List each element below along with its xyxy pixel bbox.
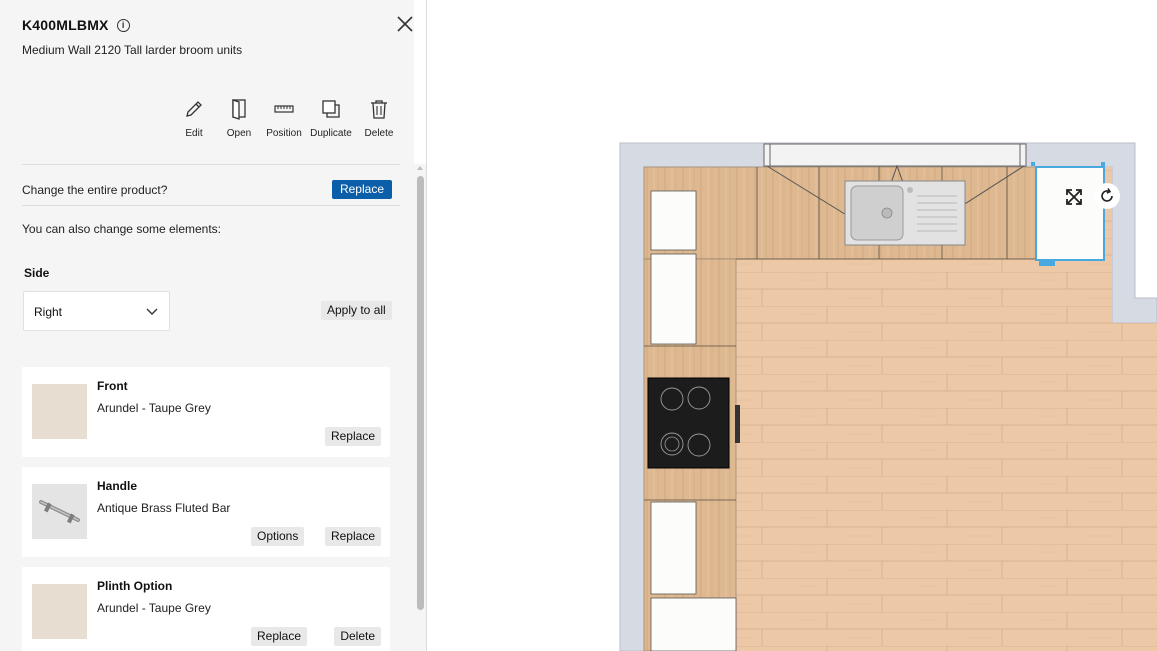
scroll-thumb[interactable] xyxy=(417,176,424,610)
worktop-top xyxy=(643,166,1037,260)
product-description: Medium Wall 2120 Tall larder broom units xyxy=(22,43,243,57)
replace-front-button[interactable]: Replace xyxy=(324,427,381,446)
rotate-control[interactable] xyxy=(1094,183,1120,209)
handle-swatch xyxy=(32,484,87,539)
left-cabinet-3 xyxy=(650,501,697,595)
panel-scrollbar[interactable] xyxy=(414,164,426,651)
floor-extension xyxy=(1112,323,1157,651)
title-row: K400MLBMX i xyxy=(22,17,130,33)
divider xyxy=(22,205,400,206)
left-cabinet-4 xyxy=(650,597,737,651)
position-button[interactable]: Position xyxy=(258,98,310,139)
ruler-icon xyxy=(274,105,294,113)
divider xyxy=(22,164,400,165)
expand-icon xyxy=(1066,189,1082,205)
hob xyxy=(647,377,730,469)
replace-plinth-button[interactable]: Replace xyxy=(251,627,308,646)
element-value: Arundel - Taupe Grey xyxy=(97,601,211,615)
side-select[interactable]: Right xyxy=(23,291,170,331)
side-select-value: Right xyxy=(34,305,63,319)
resize-control[interactable] xyxy=(1063,186,1085,208)
front-swatch xyxy=(32,384,87,439)
chevron-down-icon xyxy=(146,308,158,315)
element-value: Arundel - Taupe Grey xyxy=(97,401,211,415)
window xyxy=(763,143,1027,167)
change-product-text: Change the entire product? xyxy=(22,183,168,197)
scroll-up-arrow[interactable] xyxy=(417,166,423,170)
delete-button[interactable]: Delete xyxy=(353,98,405,139)
duplicate-icon xyxy=(322,100,340,118)
close-icon xyxy=(397,16,413,32)
plinth-swatch xyxy=(32,584,87,639)
position-label: Position xyxy=(266,128,302,139)
left-cabinet-1 xyxy=(650,190,697,251)
product-panel: K400MLBMX i Medium Wall 2120 Tall larder… xyxy=(0,0,427,651)
selected-larder-unit[interactable] xyxy=(1035,166,1105,261)
apply-to-all-button[interactable]: Apply to all xyxy=(321,301,392,320)
handle-image xyxy=(39,500,80,524)
element-name: Front xyxy=(97,379,128,393)
panel-content: K400MLBMX i Medium Wall 2120 Tall larder… xyxy=(0,0,414,651)
duplicate-button[interactable]: Duplicate xyxy=(305,98,357,139)
delete-plinth-button[interactable]: Delete xyxy=(334,627,381,646)
product-code: K400MLBMX xyxy=(22,17,109,33)
duplicate-label: Duplicate xyxy=(310,128,352,139)
replace-handle-button[interactable]: Replace xyxy=(324,527,381,546)
element-value: Antique Brass Fluted Bar xyxy=(97,501,231,515)
handle-options-button[interactable]: Options xyxy=(251,527,305,546)
element-card-front: Front Arundel - Taupe Grey Replace xyxy=(22,367,390,457)
delete-label: Delete xyxy=(364,128,394,139)
also-change-text: You can also change some elements: xyxy=(22,222,222,236)
replace-product-button[interactable]: Replace xyxy=(331,180,392,199)
element-card-handle: Handle Antique Brass Fluted Bar Options … xyxy=(22,467,390,557)
kitchen-floor-plan xyxy=(619,142,1157,651)
trash-icon xyxy=(371,100,387,119)
close-button[interactable] xyxy=(395,14,415,34)
info-icon[interactable]: i xyxy=(116,18,130,32)
door-icon xyxy=(232,99,246,120)
pencil-icon xyxy=(186,101,202,117)
element-card-plinth: Plinth Option Arundel - Taupe Grey Repla… xyxy=(22,567,390,651)
change-product-row: Change the entire product? Replace xyxy=(22,180,392,200)
element-name: Handle xyxy=(97,479,138,493)
element-name: Plinth Option xyxy=(97,579,173,593)
side-label: Side xyxy=(24,266,50,280)
left-cabinet-2 xyxy=(650,253,697,345)
action-toolbar: Edit Open Position Duplicate Delete xyxy=(0,98,414,144)
plan-canvas[interactable] xyxy=(427,0,1157,651)
rotate-icon xyxy=(1101,188,1113,202)
